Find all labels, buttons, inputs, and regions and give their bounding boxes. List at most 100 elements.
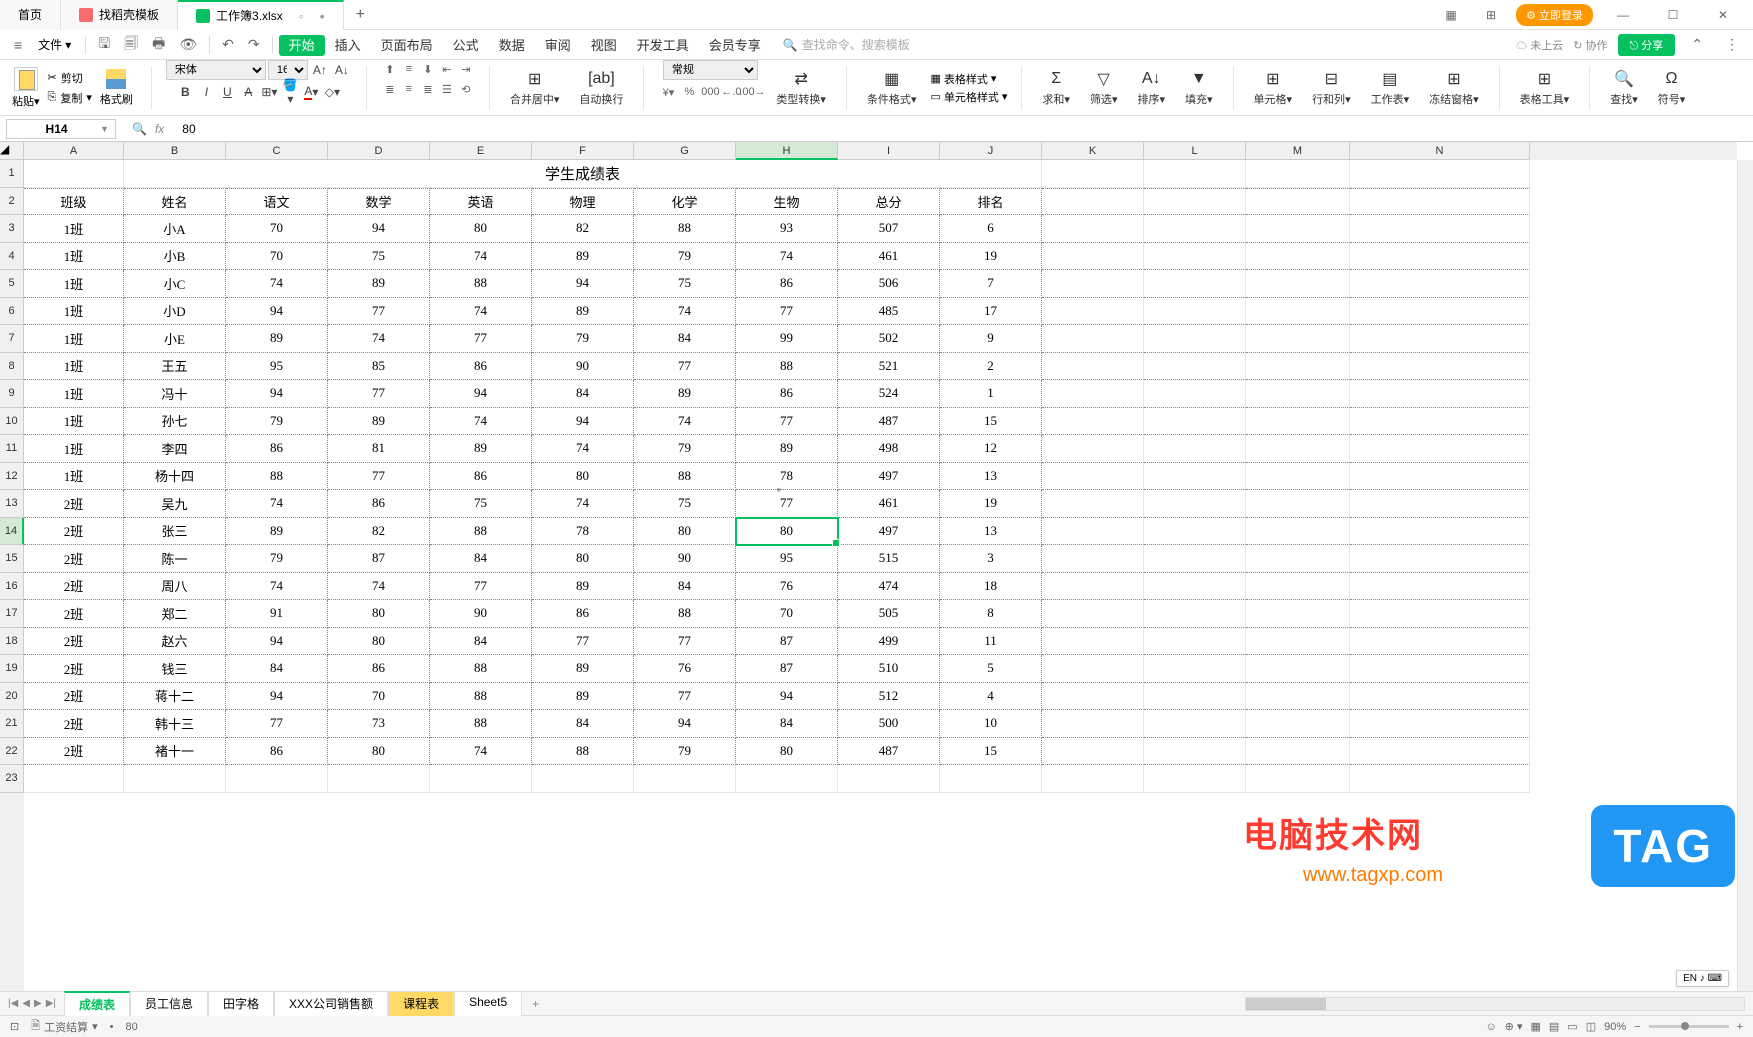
cell-r8-c4[interactable]: 86 — [430, 353, 532, 381]
cell[interactable] — [1042, 573, 1144, 601]
cell[interactable] — [1042, 353, 1144, 381]
cell-r8-c3[interactable]: 85 — [328, 353, 430, 381]
close-window-button[interactable]: ✕ — [1703, 0, 1743, 30]
cell-r6-c4[interactable]: 74 — [430, 298, 532, 326]
table-tools-button[interactable]: ⊞表格工具▾ — [1514, 67, 1576, 109]
cell-r3-c4[interactable]: 80 — [430, 215, 532, 243]
cell[interactable] — [1350, 518, 1530, 546]
cell-r15-c2[interactable]: 79 — [226, 545, 328, 573]
merge-center-button[interactable]: ⊞ 合并居中▾ — [504, 67, 566, 109]
cell[interactable] — [1350, 765, 1530, 793]
cell-r14-c6[interactable]: 80 — [634, 518, 736, 546]
cell-r13-c1[interactable]: 吴九 — [124, 490, 226, 518]
cell[interactable] — [1144, 160, 1246, 188]
title-cell[interactable]: 学生成绩表 — [124, 160, 1042, 188]
horizontal-scrollbar[interactable] — [1245, 997, 1745, 1011]
cell-r13-c7[interactable]: 77 — [736, 490, 838, 518]
cell-r8-c8[interactable]: 521 — [838, 353, 940, 381]
row-header-18[interactable]: 18 — [0, 628, 24, 656]
italic-button[interactable]: I — [196, 82, 216, 102]
cell[interactable] — [1350, 270, 1530, 298]
freeze-button[interactable]: ⊞冻结窗格▾ — [1423, 67, 1485, 109]
cell-r21-c7[interactable]: 84 — [736, 710, 838, 738]
cell-r4-c0[interactable]: 1班 — [24, 243, 124, 271]
cell-r14-c2[interactable]: 89 — [226, 518, 328, 546]
fill-color-button[interactable]: 🪣▾ — [280, 82, 300, 102]
col-header-H[interactable]: H — [736, 142, 838, 160]
cell-r3-c6[interactable]: 88 — [634, 215, 736, 243]
cell[interactable] — [1144, 215, 1246, 243]
row-header-11[interactable]: 11 — [0, 435, 24, 463]
cell-r16-c4[interactable]: 77 — [430, 573, 532, 601]
cell-r11-c3[interactable]: 81 — [328, 435, 430, 463]
col-header-I[interactable]: I — [838, 142, 940, 160]
cell-r15-c7[interactable]: 95 — [736, 545, 838, 573]
cell-r5-c0[interactable]: 1班 — [24, 270, 124, 298]
cell[interactable] — [1350, 738, 1530, 766]
cell[interactable] — [1042, 683, 1144, 711]
cell[interactable] — [1350, 243, 1530, 271]
cell-r19-c4[interactable]: 88 — [430, 655, 532, 683]
cell[interactable] — [1350, 188, 1530, 216]
cell-r19-c7[interactable]: 87 — [736, 655, 838, 683]
align-center-icon[interactable]: ≡ — [400, 80, 418, 98]
conditional-format-button[interactable]: ▦ 条件格式▾ — [861, 67, 923, 109]
cell-r16-c7[interactable]: 76 — [736, 573, 838, 601]
cells-button[interactable]: ⊞单元格▾ — [1248, 67, 1299, 109]
row-header-2[interactable]: 2 — [0, 188, 24, 216]
header-5[interactable]: 物理 — [532, 188, 634, 216]
row-header-13[interactable]: 13 — [0, 490, 24, 518]
cell-r15-c4[interactable]: 84 — [430, 545, 532, 573]
menu-tab-3[interactable]: 公式 — [443, 34, 489, 57]
cell-r22-c3[interactable]: 80 — [328, 738, 430, 766]
cell-r20-c2[interactable]: 94 — [226, 683, 328, 711]
cell-r13-c5[interactable]: 74 — [532, 490, 634, 518]
cells-grid[interactable]: 学生成绩表班级姓名语文数学英语物理化学生物总分排名1班小A70948082889… — [24, 160, 1737, 991]
cell-r20-c8[interactable]: 512 — [838, 683, 940, 711]
cell[interactable] — [1042, 545, 1144, 573]
menu-tab-7[interactable]: 开发工具 — [627, 34, 699, 57]
bold-button[interactable]: B — [175, 82, 195, 102]
status-view1-icon[interactable]: ▦ — [1530, 1020, 1540, 1033]
cell-r16-c1[interactable]: 周八 — [124, 573, 226, 601]
cell[interactable] — [1144, 490, 1246, 518]
cell[interactable] — [1042, 188, 1144, 216]
cell-r5-c3[interactable]: 89 — [328, 270, 430, 298]
zoom-in-icon[interactable]: + — [1737, 1021, 1743, 1033]
cell-r13-c6[interactable]: 75 — [634, 490, 736, 518]
cell[interactable] — [1350, 353, 1530, 381]
rows-cols-button[interactable]: ⊟行和列▾ — [1306, 67, 1357, 109]
cell[interactable] — [1350, 215, 1530, 243]
col-header-L[interactable]: L — [1144, 142, 1246, 160]
cell[interactable] — [1350, 160, 1530, 188]
col-header-F[interactable]: F — [532, 142, 634, 160]
cell-r22-c6[interactable]: 79 — [634, 738, 736, 766]
cell[interactable] — [1144, 545, 1246, 573]
symbol-button[interactable]: Ω符号▾ — [1652, 67, 1692, 109]
cell[interactable] — [1042, 408, 1144, 436]
cell[interactable] — [1246, 408, 1350, 436]
sheet-tab-3[interactable]: XXX公司销售额 — [274, 991, 388, 1016]
worksheet-button[interactable]: ▤工作表▾ — [1365, 67, 1416, 109]
cell-r3-c5[interactable]: 82 — [532, 215, 634, 243]
cell-r3-c7[interactable]: 93 — [736, 215, 838, 243]
cell-r5-c1[interactable]: 小C — [124, 270, 226, 298]
cell-r15-c9[interactable]: 3 — [940, 545, 1042, 573]
cell-r9-c8[interactable]: 524 — [838, 380, 940, 408]
paste-button[interactable]: 粘贴▾ — [8, 65, 44, 111]
add-tab-button[interactable]: + — [344, 6, 377, 24]
cell[interactable] — [1144, 655, 1246, 683]
status-calc[interactable]: 🗎 工资结算 ▾ — [31, 1017, 97, 1036]
cell-r4-c5[interactable]: 89 — [532, 243, 634, 271]
cell-r11-c4[interactable]: 89 — [430, 435, 532, 463]
cell[interactable] — [1350, 710, 1530, 738]
cell-r9-c2[interactable]: 94 — [226, 380, 328, 408]
cell-r16-c3[interactable]: 74 — [328, 573, 430, 601]
cell-r12-c1[interactable]: 杨十四 — [124, 463, 226, 491]
decrease-font-icon[interactable]: A↓ — [332, 60, 352, 80]
fx-icon[interactable]: fx — [155, 122, 164, 136]
cell[interactable] — [1246, 188, 1350, 216]
status-reading-icon[interactable]: ◫ — [1586, 1020, 1596, 1033]
cell-r10-c3[interactable]: 89 — [328, 408, 430, 436]
cell-r13-c2[interactable]: 74 — [226, 490, 328, 518]
